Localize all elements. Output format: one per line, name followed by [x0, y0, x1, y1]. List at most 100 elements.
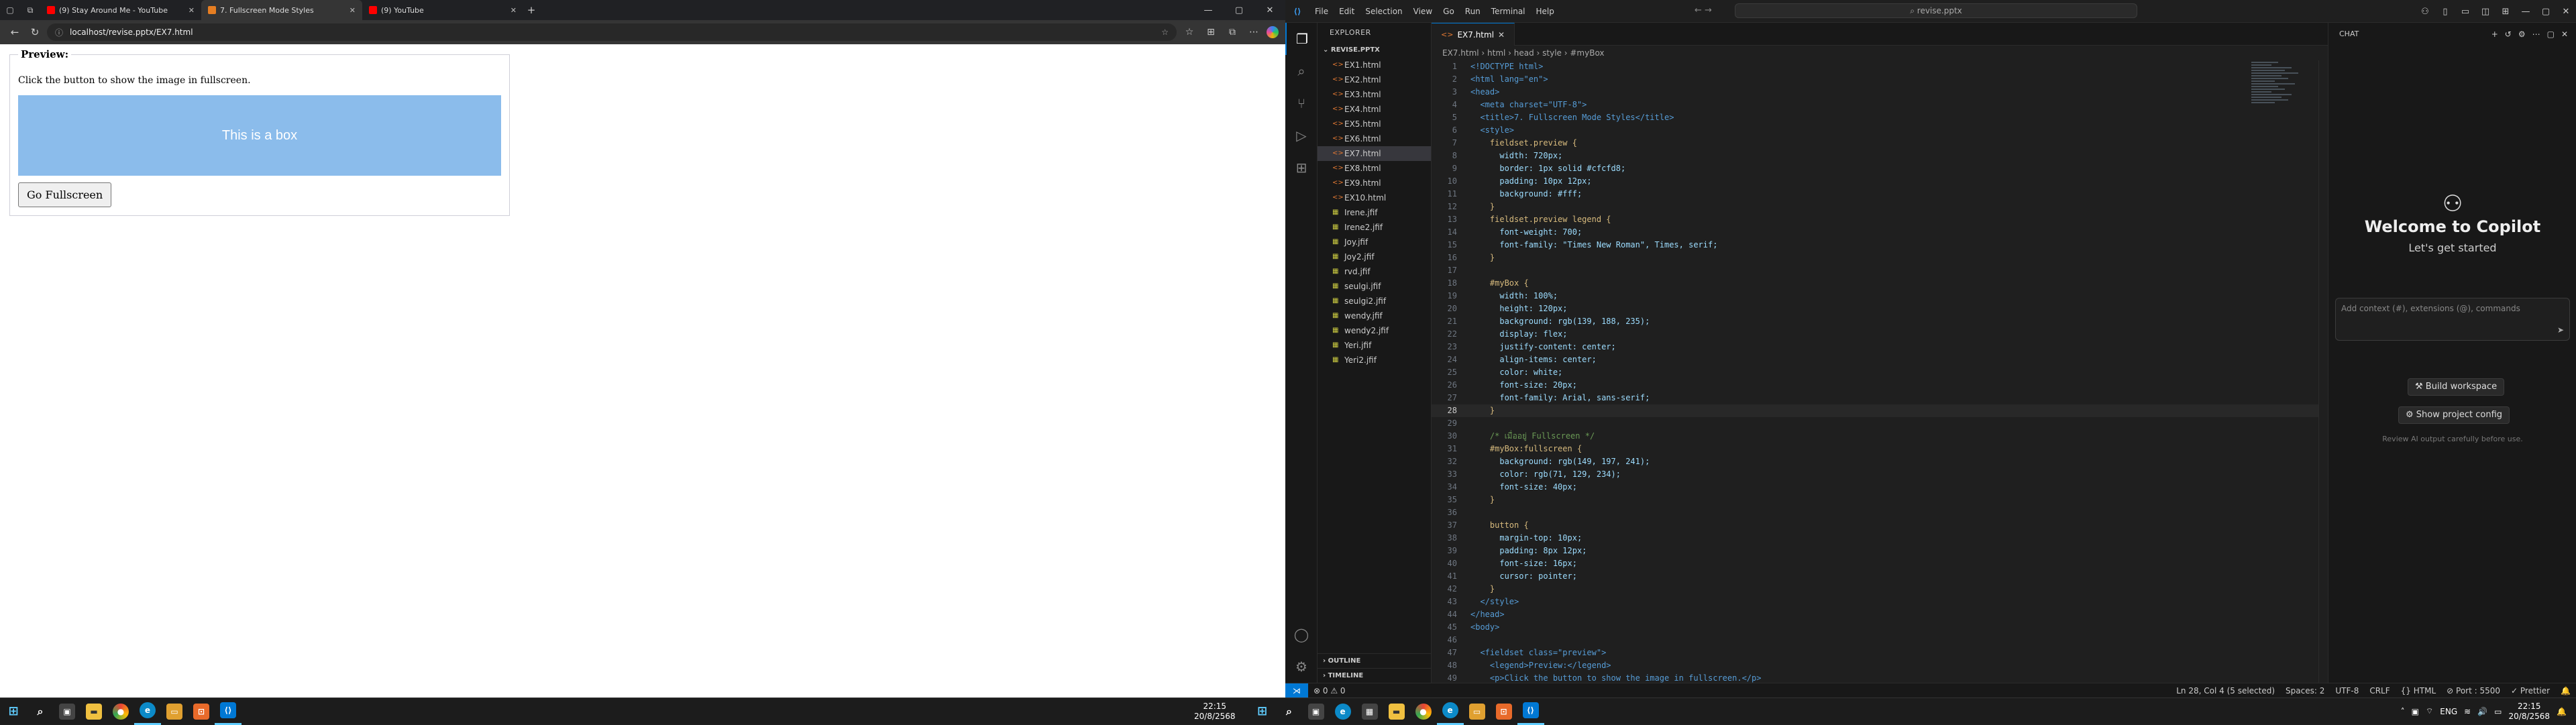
file-item[interactable]: ▦ wendy2.jfif	[1318, 323, 1431, 338]
minimize-icon[interactable]: —	[1193, 5, 1224, 15]
folder-header[interactable]: ⌄ REVISE.PPTX	[1318, 43, 1431, 58]
close-panel-icon[interactable]: ✕	[2561, 30, 2568, 39]
problems-status[interactable]: ⊗ 0 ⚠ 0	[1308, 686, 1351, 695]
prettier-status[interactable]: ✓ Prettier	[2506, 686, 2555, 695]
vscode-icon[interactable]: ⟨⟩	[1517, 698, 1544, 725]
chrome-icon[interactable]: ●	[1410, 698, 1437, 725]
minimap[interactable]	[2251, 60, 2318, 154]
live-server-port[interactable]: ⊘ Port : 5500	[2441, 686, 2506, 695]
outline-section[interactable]: › OUTLINE	[1318, 653, 1432, 668]
maximize-icon[interactable]: ▢	[1224, 5, 1254, 15]
timeline-section[interactable]: › TIMELINE	[1318, 668, 1432, 683]
history-icon[interactable]: ↺	[2505, 30, 2512, 39]
cursor-position[interactable]: Ln 28, Col 4 (5 selected)	[2171, 686, 2280, 695]
source-control-icon[interactable]: ⑂	[1285, 87, 1318, 119]
more-icon[interactable]: ⋯	[1245, 27, 1263, 38]
close-window-icon[interactable]: ✕	[2556, 7, 2576, 17]
file-item[interactable]: ▦ rvd.jfif	[1318, 264, 1431, 279]
more-icon[interactable]: ⋯	[2532, 30, 2540, 39]
maximize-panel-icon[interactable]: ▢	[2547, 30, 2555, 39]
orange-app-icon[interactable]: ⊡	[1491, 698, 1517, 725]
file-item[interactable]: ▦ wendy.jfif	[1318, 309, 1431, 323]
sidebar-toggle-icon[interactable]: ◫	[2475, 7, 2496, 17]
layout-options-icon[interactable]: ⊞	[2496, 7, 2516, 17]
taskbar-clock-right[interactable]: 22:15 20/8/2568	[2509, 702, 2551, 722]
favorites-icon[interactable]: ☆	[1181, 27, 1198, 38]
remote-icon[interactable]: ⋊	[1285, 683, 1308, 698]
file-item[interactable]: <> EX10.html	[1318, 190, 1431, 205]
code-editor[interactable]: 1 <!DOCTYPE html> 2 <html lang="en"> 3 <head>…	[1432, 60, 2328, 683]
build-workspace-button[interactable]: ⚒ Build workspace	[2408, 378, 2505, 396]
file-item[interactable]: ▦ Yeri.jfif	[1318, 338, 1431, 353]
menu-view[interactable]: View	[1408, 7, 1438, 16]
chat-settings-icon[interactable]: ⚙	[2518, 30, 2526, 39]
chat-input[interactable]: Add context (#), extensions (@), command…	[2335, 298, 2570, 341]
extensions-icon[interactable]: ⊞	[1285, 152, 1318, 184]
history-arrows-icon[interactable]: ← →	[1695, 5, 1712, 15]
close-icon[interactable]: ✕	[189, 6, 195, 15]
copilot-icon[interactable]: ⚇	[2415, 7, 2435, 17]
panel-toggle-icon[interactable]: ▭	[2455, 7, 2475, 17]
editor-tab-ex7[interactable]: <> EX7.html ✕	[1432, 23, 1515, 46]
store-icon[interactable]: ▦	[1356, 698, 1383, 725]
task-view-icon[interactable]: ▣	[54, 698, 80, 725]
vscode-icon[interactable]: ⟨⟩	[215, 698, 241, 725]
taskbar-clock-left[interactable]: 22:15 20/8/2568	[1194, 702, 1236, 722]
search-icon[interactable]: ⌕	[27, 698, 54, 725]
menu-terminal[interactable]: Terminal	[1486, 7, 1531, 16]
browser-tab-youtube[interactable]: (9) YouTube ✕	[362, 0, 523, 20]
settings-gear-icon[interactable]: ⚙	[1285, 651, 1318, 683]
menu-selection[interactable]: Selection	[1360, 7, 1407, 16]
file-item[interactable]: ▦ Joy2.jfif	[1318, 249, 1431, 264]
chevron-up-icon[interactable]: ˄	[2401, 707, 2405, 716]
menu-edit[interactable]: Edit	[1334, 7, 1360, 16]
show-project-config-button[interactable]: ⚙ Show project config	[2398, 406, 2510, 424]
close-icon[interactable]: ✕	[1498, 30, 1505, 40]
explorer-icon[interactable]: ❐	[1285, 23, 1318, 55]
url-field[interactable]: ⓘ localhost/revise.pptx/EX7.html ☆	[47, 23, 1177, 41]
file-item[interactable]: <> EX4.html	[1318, 102, 1431, 117]
orange-app-icon[interactable]: ⊡	[188, 698, 215, 725]
editor-scrollbar[interactable]	[2318, 60, 2328, 683]
end-of-line[interactable]: CRLF	[2364, 686, 2395, 695]
volume-icon[interactable]: 🔊	[2477, 707, 2487, 716]
file-item[interactable]: <> EX3.html	[1318, 87, 1431, 102]
close-window-icon[interactable]: ✕	[1254, 5, 1285, 15]
notifications-icon[interactable]: 🔔	[2555, 686, 2576, 695]
file-item[interactable]: ▦ seulgi.jfif	[1318, 279, 1431, 294]
file-item[interactable]: <> EX7.html	[1318, 146, 1431, 161]
back-icon[interactable]: ←	[7, 26, 23, 38]
file-item[interactable]: <> EX1.html	[1318, 58, 1431, 72]
window-menu-icon[interactable]: ▢	[0, 0, 20, 20]
menu-help[interactable]: Help	[1531, 7, 1560, 16]
menu-go[interactable]: Go	[1438, 7, 1460, 16]
layout-icon[interactable]: ▯	[2435, 7, 2455, 17]
notification-bell-icon[interactable]: 🔔	[2557, 707, 2567, 716]
info-icon[interactable]: ⓘ	[55, 27, 63, 38]
menu-file[interactable]: File	[1309, 7, 1334, 16]
app-tray-icon[interactable]: ▣	[2412, 707, 2419, 716]
folder-icon[interactable]: ▭	[1464, 698, 1491, 725]
edge-icon[interactable]: e	[1330, 698, 1356, 725]
indentation[interactable]: Spaces: 2	[2280, 686, 2330, 695]
file-item[interactable]: <> EX5.html	[1318, 117, 1431, 131]
run-debug-icon[interactable]: ▷	[1285, 119, 1318, 152]
encoding[interactable]: UTF-8	[2330, 686, 2364, 695]
language-mode[interactable]: {} HTML	[2396, 686, 2442, 695]
chrome-icon[interactable]: ●	[107, 698, 134, 725]
command-center[interactable]: ⌕ revise.pptx	[1735, 3, 2137, 18]
menu-run[interactable]: Run	[1460, 7, 1486, 16]
language-indicator[interactable]: ENG	[2440, 707, 2457, 716]
send-icon[interactable]: ➤	[2557, 325, 2564, 335]
browser-tab-youtube-song[interactable]: (9) Stay Around Me - YouTube ✕	[40, 0, 201, 20]
edge-icon[interactable]: e	[134, 698, 161, 725]
tab-actions-icon[interactable]: ⧉	[20, 0, 40, 20]
file-item[interactable]: ▦ Joy.jfif	[1318, 235, 1431, 249]
close-icon[interactable]: ✕	[350, 6, 356, 15]
minimize-icon[interactable]: —	[2516, 7, 2536, 17]
start-button[interactable]: ⊞	[1249, 698, 1276, 725]
copilot-icon[interactable]	[1267, 26, 1279, 38]
search-icon[interactable]: ⌕	[1276, 698, 1303, 725]
network-icon[interactable]: ⌔	[2426, 706, 2433, 716]
file-item[interactable]: ▦ Irene2.jfif	[1318, 220, 1431, 235]
